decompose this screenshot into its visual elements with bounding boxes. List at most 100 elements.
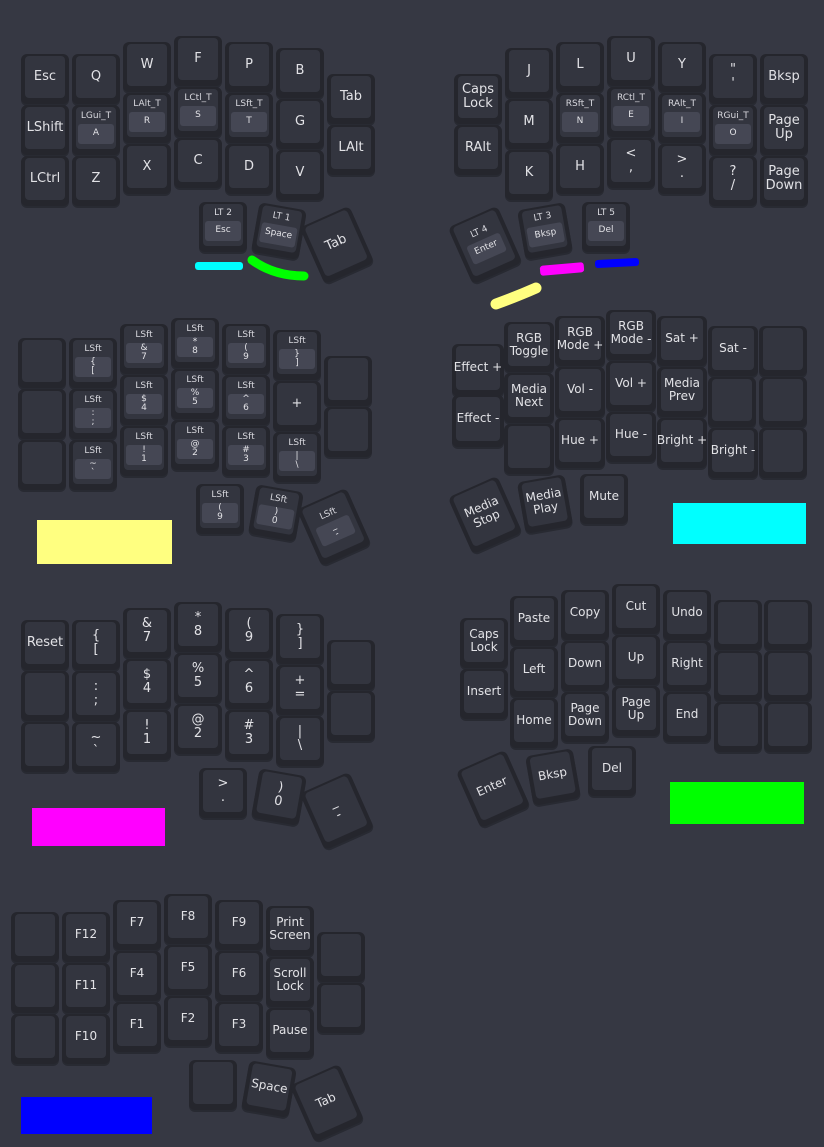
key-blank[interactable] [714,600,762,650]
key-f[interactable]: F [174,36,222,86]
key-f4[interactable]: F4 [113,951,161,1001]
thumb-gt[interactable]: > . [199,768,247,818]
key-end[interactable]: End [663,692,711,742]
key-lparen[interactable]: LSft ( 9 [222,324,270,374]
key-amp[interactable]: & 7 [123,608,171,658]
thumb-underscore[interactable]: LSft _ - [296,487,372,567]
key-copy[interactable]: Copy [561,590,609,640]
key-pipe[interactable]: | \ [276,716,324,766]
key-undo[interactable]: Undo [663,590,711,640]
key-lparen[interactable]: ( 9 [225,608,273,658]
key-hue-plus[interactable]: Hue + [555,418,605,468]
key-amp[interactable]: LSft & 7 [120,324,168,374]
key-insert[interactable]: Insert [460,669,508,719]
key-blank[interactable] [764,702,812,752]
key-f10[interactable]: F10 [62,1014,110,1064]
key-v[interactable]: V [276,150,324,200]
key-rbrace[interactable]: LSft} ] [273,330,321,380]
key-slash[interactable]: ? / [709,156,757,206]
key-pct[interactable]: % 5 [174,653,222,703]
key-left[interactable]: Left [510,647,558,697]
key-c[interactable]: C [174,138,222,188]
key-blank[interactable] [324,407,372,457]
key-at[interactable]: @ 2 [174,704,222,754]
key-pipe[interactable]: LSft | \ [273,432,321,482]
key-lshift[interactable]: LShift [21,105,69,155]
key-down[interactable]: Down [561,641,609,691]
key-blank[interactable] [21,722,69,772]
key-pause[interactable]: Pause [266,1008,314,1058]
thumb-enter[interactable]: Enter [455,749,531,829]
key-blank[interactable] [764,600,812,650]
key-esc[interactable]: Esc [21,54,69,104]
key-f6[interactable]: F6 [215,951,263,1001]
key-blank[interactable] [327,640,375,690]
key-effect-plus[interactable]: Effect + [452,344,504,396]
key-tilde[interactable]: ~ ` [72,722,120,772]
key-lbrace[interactable]: { [ [72,620,120,670]
key-bksp[interactable]: Bksp [760,54,808,104]
key-y[interactable]: Y [658,42,706,92]
key-blank[interactable] [11,963,59,1013]
thumb-lt4-enter[interactable]: LT 4 Enter [447,205,523,285]
key-blank[interactable] [714,651,762,701]
key-b[interactable]: B [276,48,324,98]
key-pgup[interactable]: Page Up [760,105,808,155]
key-s[interactable]: LCtl_T S [174,87,222,137]
thumb-lt3-bksp[interactable]: LT 3 Bksp [517,202,573,260]
thumb-lt1-space[interactable]: LT 1 Space [251,202,307,260]
key-sat-plus[interactable]: Sat + [657,316,707,366]
key-plus[interactable]: + [273,381,321,431]
key-rbrace[interactable]: } ] [276,614,324,664]
key-blank[interactable] [759,428,807,478]
key-f7[interactable]: F7 [113,900,161,950]
key-h[interactable]: H [556,144,604,194]
key-k[interactable]: K [505,150,553,200]
key-rgb-toggle[interactable]: RGB Toggle [504,322,554,372]
key-pct[interactable]: LSft % 5 [171,369,219,419]
key-n[interactable]: RSft_T N [556,93,604,143]
key-colon[interactable]: : ; [72,671,120,721]
key-r[interactable]: LAlt_T R [123,93,171,143]
key-blank[interactable] [764,651,812,701]
thumb-bksp[interactable]: Bksp [525,748,581,806]
key-lbrace[interactable]: LSft { [ [69,338,117,388]
thumb-rparen[interactable]: LSft) 0 [248,484,304,542]
key-f2[interactable]: F2 [164,996,212,1046]
key-blank[interactable] [714,702,762,752]
key-hash[interactable]: LSft # 3 [222,426,270,476]
key-t[interactable]: LSft_T T [225,93,273,143]
key-hash[interactable]: # 3 [225,710,273,760]
key-tilde[interactable]: LSft ~ ` [69,440,117,490]
key-reset[interactable]: Reset [21,620,69,670]
key-x[interactable]: X [123,144,171,194]
key-tab[interactable]: Tab [327,74,375,124]
key-blank[interactable] [18,389,66,439]
key-star[interactable]: * 8 [174,602,222,652]
key-f9[interactable]: F9 [215,900,263,950]
key-print-screen[interactable]: Print Screen [266,906,314,956]
key-blank[interactable] [504,424,554,474]
key-blank[interactable] [759,326,807,376]
key-g[interactable]: G [276,99,324,149]
thumb-space[interactable]: Space [241,1060,297,1118]
key-effect-minus[interactable]: Effect - [452,395,504,447]
thumb-lt2-esc[interactable]: LT 2 Esc [199,202,247,252]
key-f11[interactable]: F11 [62,963,110,1013]
key-comma[interactable]: < , [607,138,655,188]
key-home[interactable]: Home [510,698,558,748]
thumb-mute[interactable]: Mute [580,474,628,524]
key-m[interactable]: M [505,99,553,149]
key-dot[interactable]: > . [658,144,706,194]
key-blank[interactable] [327,691,375,741]
key-colon[interactable]: LSft: ; [69,389,117,439]
key-blank[interactable] [11,912,59,962]
key-i[interactable]: RAlt_T I [658,93,706,143]
key-media-prev[interactable]: Media Prev [657,367,707,417]
key-hue-minus[interactable]: Hue - [606,412,656,462]
key-blank[interactable] [759,377,807,427]
key-up[interactable]: Up [612,635,660,685]
key-caret[interactable]: LSft ^ 6 [222,375,270,425]
key-dollar[interactable]: $ 4 [123,659,171,709]
key-q[interactable]: Q [72,54,120,104]
